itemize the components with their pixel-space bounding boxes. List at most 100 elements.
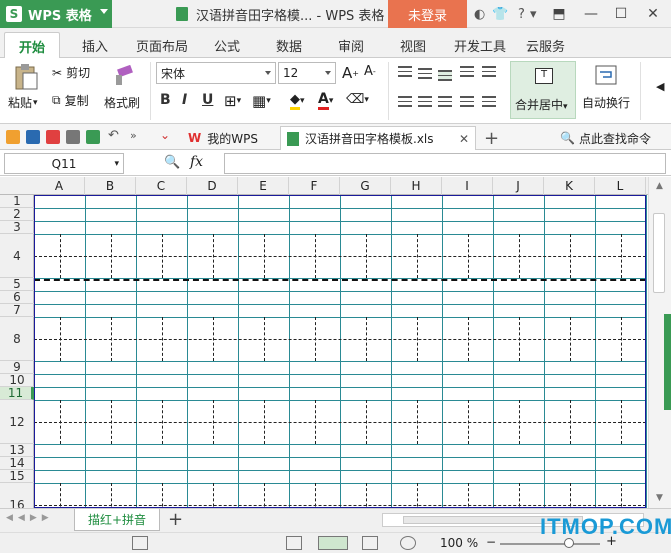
print-icon[interactable] xyxy=(66,130,80,144)
eye-protection-icon[interactable] xyxy=(400,536,416,550)
reading-view-icon[interactable] xyxy=(362,536,378,550)
tab-formulas[interactable]: 公式 xyxy=(214,36,240,55)
align-center-icon[interactable] xyxy=(418,96,432,107)
clear-format-icon[interactable]: ⌫ ▾ xyxy=(346,92,369,107)
zoom-slider[interactable] xyxy=(500,538,600,548)
column-header[interactable]: L xyxy=(595,177,646,195)
italic-button[interactable]: I xyxy=(182,92,187,108)
merge-center-button[interactable]: T 合并居中▾ xyxy=(510,61,576,119)
align-middle-icon[interactable] xyxy=(418,68,432,79)
justify-icon[interactable] xyxy=(460,96,474,107)
sheet-nav-icon[interactable]: ◀◀▶▶ xyxy=(6,513,54,523)
row-header[interactable]: 16 xyxy=(0,483,34,509)
tab-data[interactable]: 数据 xyxy=(276,36,302,55)
shrink-font-icon[interactable]: A- xyxy=(364,64,376,79)
fill-color-icon[interactable]: ◆ ▾ xyxy=(290,92,305,110)
format-painter-button[interactable]: 格式刷 xyxy=(104,94,140,111)
maximize-button[interactable]: ☐ xyxy=(606,0,636,28)
tab-page-layout[interactable]: 页面布局 xyxy=(136,36,188,55)
command-search[interactable]: 🔍 点此查找命令 xyxy=(560,126,651,150)
align-right-icon[interactable] xyxy=(438,96,452,107)
formula-input[interactable] xyxy=(224,153,666,174)
column-header[interactable]: J xyxy=(493,177,544,195)
column-header[interactable]: E xyxy=(238,177,289,195)
save-icon[interactable] xyxy=(26,130,40,144)
row-header[interactable]: 7 xyxy=(0,303,34,317)
distribute-icon[interactable] xyxy=(482,96,496,107)
column-header[interactable]: C xyxy=(136,177,187,195)
paste-button[interactable]: 粘贴 ▾ xyxy=(8,94,38,111)
login-button[interactable]: 未登录 xyxy=(388,0,467,28)
paste-icon[interactable] xyxy=(8,62,44,92)
open-folder-icon[interactable] xyxy=(6,130,20,144)
help-icon[interactable]: ? xyxy=(518,5,525,23)
cell-area[interactable] xyxy=(34,195,647,508)
ribbon-scroll-icon[interactable]: ◀ xyxy=(656,80,664,93)
row-header[interactable]: 4 xyxy=(0,234,34,278)
bold-button[interactable]: B xyxy=(160,92,171,108)
row-header[interactable]: 11 xyxy=(0,386,34,400)
tab-cloud[interactable]: 云服务 xyxy=(526,36,565,55)
cut-button[interactable]: ✂ 剪切 xyxy=(52,64,90,81)
underline-button[interactable]: U xyxy=(202,92,213,108)
column-header[interactable]: B xyxy=(85,177,136,195)
more-icon[interactable]: » xyxy=(130,129,144,143)
indent-icon[interactable] xyxy=(482,66,496,77)
sheet-tab-active[interactable]: 描红+拼音 xyxy=(74,509,160,531)
tab-home[interactable]: 开始 xyxy=(4,32,61,59)
scroll-down-icon[interactable]: ▼ xyxy=(656,493,663,503)
row-header[interactable]: 3 xyxy=(0,220,34,234)
side-panel-toggle[interactable] xyxy=(664,314,671,410)
grow-font-icon[interactable]: A + xyxy=(342,64,359,82)
row-header[interactable]: 8 xyxy=(0,317,34,361)
shirt-icon[interactable]: 👕 xyxy=(492,5,508,23)
minimize-button[interactable]: — xyxy=(576,0,606,28)
wrap-text-icon[interactable] xyxy=(594,62,618,88)
add-sheet-button[interactable]: + xyxy=(168,509,183,530)
skin-icon[interactable]: ◐ xyxy=(474,5,485,23)
pin-icon[interactable]: ⌄ xyxy=(160,128,174,142)
spreadsheet-grid[interactable]: ABCDEFGHIJKL 1 2 3 4 5 6 7 8 9 10 11 12 13 14 15 16 xyxy=(0,177,648,508)
tab-document[interactable]: 汉语拼音田字格模板.xls ✕ xyxy=(280,126,476,150)
column-header[interactable]: I xyxy=(442,177,493,195)
row-header[interactable]: 15 xyxy=(0,469,34,483)
wrap-lines-icon[interactable] xyxy=(460,66,474,77)
fx-button[interactable]: fx xyxy=(190,154,203,170)
app-menu-button[interactable]: S WPS 表格 xyxy=(0,0,112,28)
row-header[interactable]: 12 xyxy=(0,400,34,444)
border-icon[interactable]: ⊞ ▾ xyxy=(224,92,241,110)
help-dropdown-icon[interactable]: ▾ xyxy=(530,5,537,23)
copy-button[interactable]: ⧉ 复制 xyxy=(52,92,89,109)
close-tab-icon[interactable]: ✕ xyxy=(459,132,469,146)
zoom-out-icon[interactable]: − xyxy=(486,535,496,549)
tab-developer[interactable]: 开发工具 xyxy=(454,36,506,55)
column-header[interactable]: A xyxy=(34,177,85,195)
close-button[interactable]: ✕ xyxy=(638,0,668,28)
page-icon[interactable] xyxy=(132,536,148,550)
tab-review[interactable]: 审阅 xyxy=(338,36,364,55)
font-size-select[interactable]: 12 xyxy=(278,62,336,84)
tab-my-wps[interactable]: W 我的WPS xyxy=(180,126,266,150)
font-color-icon[interactable]: A ▾ xyxy=(318,91,333,110)
new-tab-button[interactable]: + xyxy=(484,126,499,150)
normal-view-icon[interactable] xyxy=(286,536,302,550)
wrap-text-button[interactable]: 自动换行 xyxy=(582,94,630,111)
font-name-select[interactable]: 宋体 xyxy=(156,62,276,84)
brush-icon[interactable] xyxy=(108,62,138,90)
scroll-up-icon[interactable]: ▲ xyxy=(656,181,663,191)
tab-insert[interactable]: 插入 xyxy=(82,36,108,55)
page-break-view-icon[interactable] xyxy=(318,536,348,550)
column-header[interactable]: F xyxy=(289,177,340,195)
fullscreen-icon[interactable]: ⬒ xyxy=(544,0,574,28)
align-bottom-icon[interactable] xyxy=(438,70,452,81)
column-header[interactable]: H xyxy=(391,177,442,195)
align-left-icon[interactable] xyxy=(398,96,412,107)
tab-view[interactable]: 视图 xyxy=(400,36,426,55)
column-header[interactable]: D xyxy=(187,177,238,195)
column-header[interactable]: G xyxy=(340,177,391,195)
align-top-icon[interactable] xyxy=(398,66,412,77)
column-header[interactable]: K xyxy=(544,177,595,195)
scroll-thumb[interactable] xyxy=(653,213,665,293)
name-box[interactable]: Q11 ▾ xyxy=(4,153,124,174)
print-preview-icon[interactable] xyxy=(86,130,100,144)
